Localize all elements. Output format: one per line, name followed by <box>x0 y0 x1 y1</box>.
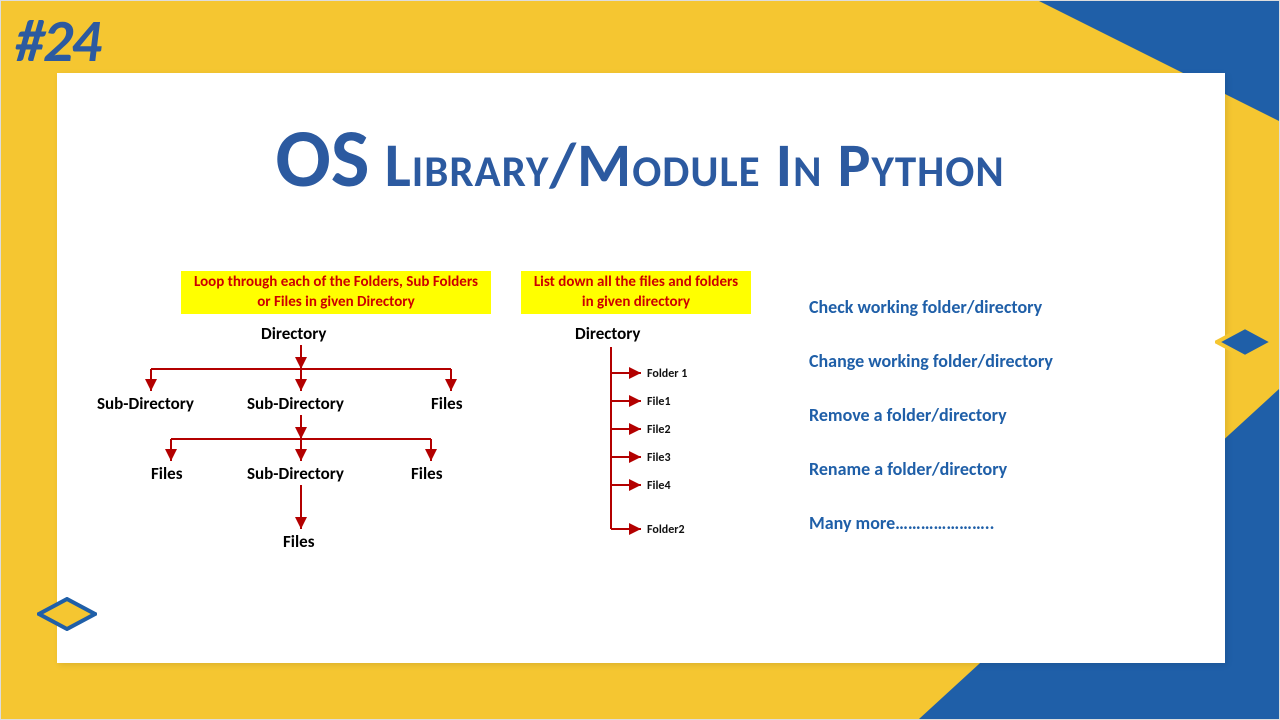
feature-item: Many more………………….. <box>809 512 1189 534</box>
tree-list-item: File1 <box>647 395 671 409</box>
title-os: OS <box>275 109 369 209</box>
tree-list-item: Folder2 <box>647 523 685 537</box>
tree-node: Sub-Directory <box>97 393 194 414</box>
feature-item: Check working folder/directory <box>809 296 1189 318</box>
tree-list-item: Folder 1 <box>647 367 687 381</box>
tree-node: Files <box>283 531 315 552</box>
caption-loop: Loop through each of the Folders, Sub Fo… <box>181 271 491 314</box>
tree-list-item: File3 <box>647 451 671 465</box>
feature-list: Check working folder/directory Change wo… <box>809 296 1189 566</box>
tree-node-root: Directory <box>261 323 326 344</box>
caption-list: List down all the files and folders in g… <box>521 271 751 314</box>
tree-node: Files <box>411 463 443 484</box>
tree-node: Files <box>151 463 183 484</box>
tree-list-item: File2 <box>647 423 671 437</box>
diamond-icon <box>37 597 97 631</box>
tree-loop: Directory Sub-Directory Sub-Directory Fi… <box>91 321 511 621</box>
tree-node: Sub-Directory <box>247 393 344 414</box>
episode-badge: #24 <box>15 5 100 78</box>
tree-list-connectors <box>541 321 761 621</box>
title-rest: Library/Module In Python <box>370 127 1005 203</box>
tree-list: Directory Folder 1 File1 File2 File3 Fil… <box>541 321 761 621</box>
page-title: OS Library/Module In Python <box>1 109 1279 209</box>
diamond-icon <box>1215 325 1275 359</box>
feature-item: Rename a folder/directory <box>809 458 1189 480</box>
tree-list-item: File4 <box>647 479 671 493</box>
tree-node: Sub-Directory <box>247 463 344 484</box>
tree-list-root: Directory <box>575 323 640 344</box>
feature-item: Remove a folder/directory <box>809 404 1189 426</box>
tree-node: Files <box>431 393 463 414</box>
feature-item: Change working folder/directory <box>809 350 1189 372</box>
